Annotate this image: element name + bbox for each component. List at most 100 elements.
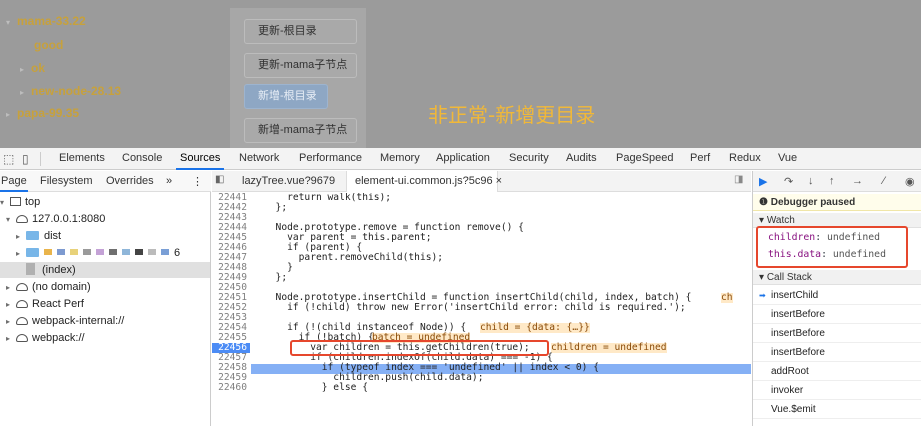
inline-value: ch bbox=[721, 292, 733, 303]
debugger-toolbar: ▶︎ ↷ ↓ ↑ → ⁄ ◉ bbox=[753, 171, 921, 192]
tab-pagespeed[interactable]: PageSpeed bbox=[616, 152, 674, 164]
collapse-caret-icon[interactable]: ▸ bbox=[20, 65, 24, 74]
tree-node-ok[interactable]: ▸ ok bbox=[20, 61, 45, 75]
tab-vue[interactable]: Vue bbox=[778, 152, 797, 164]
code-line: 22452 if (!child) throw new Error('inser… bbox=[212, 303, 751, 313]
editor-tab-element-ui[interactable]: element-ui.common.js?5c96 × bbox=[355, 175, 502, 187]
tab-network[interactable]: Network bbox=[239, 152, 279, 164]
tab-performance[interactable]: Performance bbox=[299, 152, 362, 164]
device-toolbar-icon[interactable]: ▯ bbox=[22, 152, 29, 166]
highlight-box-children-line bbox=[290, 340, 549, 356]
cloud-icon bbox=[16, 334, 28, 342]
collapse-arrow-icon[interactable]: ▸ bbox=[16, 246, 26, 262]
expand-arrow-icon[interactable]: ▾ bbox=[6, 212, 16, 228]
frame-label: invoker bbox=[771, 385, 804, 396]
tab-application[interactable]: Application bbox=[436, 152, 490, 164]
tree-node-new-node[interactable]: ▸ new-node-28.13 bbox=[20, 84, 121, 98]
frame-label: insertBefore bbox=[771, 328, 825, 339]
collapse-arrow-icon[interactable]: ▸ bbox=[6, 297, 16, 313]
blurred-pixel bbox=[44, 249, 52, 255]
expand-arrow-icon[interactable]: ▾ bbox=[0, 195, 10, 211]
tree-item-dist[interactable]: ▸ dist bbox=[16, 228, 61, 244]
tab-redux[interactable]: Redux bbox=[729, 152, 761, 164]
tree-item-label: dist bbox=[44, 230, 62, 242]
callstack-frame[interactable]: insertBefore bbox=[753, 305, 921, 324]
step-over-icon[interactable]: ↷ bbox=[784, 175, 793, 188]
tree-item-no-domain[interactable]: ▸ (no domain) bbox=[6, 279, 91, 295]
add-root-button[interactable]: 新增-根目录 bbox=[244, 84, 328, 109]
tree-node-mama[interactable]: ▾ mama-33.22 bbox=[6, 14, 86, 28]
callstack-frame[interactable]: insertBefore bbox=[753, 343, 921, 362]
tree-node-label: ok bbox=[31, 61, 46, 75]
deactivate-breakpoints-icon[interactable]: ⁄ bbox=[883, 175, 885, 187]
annotation-text: 非正常-新增更目录 bbox=[428, 103, 596, 127]
inspect-element-icon[interactable]: ⬚ bbox=[3, 152, 14, 166]
line-source: if (!child) throw new Error('insertChild… bbox=[264, 302, 686, 313]
collapse-arrow-icon[interactable]: ▸ bbox=[6, 314, 16, 330]
expand-arrow-icon[interactable]: ▾ bbox=[759, 272, 767, 283]
tab-perf[interactable]: Perf bbox=[690, 152, 710, 164]
expand-arrow-icon[interactable]: ▾ bbox=[759, 215, 767, 226]
tab-elements[interactable]: Elements bbox=[59, 152, 105, 164]
callstack-frame[interactable]: insertBefore bbox=[753, 324, 921, 343]
more-tabs-icon[interactable]: » bbox=[166, 175, 172, 187]
tree-node-papa[interactable]: ▸ papa-99.35 bbox=[6, 106, 79, 120]
line-number[interactable]: 22460 bbox=[212, 383, 250, 393]
toggle-navigator-icon[interactable]: ◧ bbox=[215, 174, 224, 185]
cloud-icon bbox=[16, 215, 28, 223]
tree-item-webpack[interactable]: ▸ webpack:// bbox=[6, 330, 85, 346]
collapse-arrow-icon[interactable]: ▸ bbox=[6, 331, 16, 347]
divider bbox=[40, 152, 41, 166]
toggle-debugger-icon[interactable]: ◨ bbox=[734, 174, 743, 185]
blurred-pixel bbox=[148, 249, 156, 255]
callstack-frame[interactable]: Vue.$emit bbox=[753, 400, 921, 419]
tree-item-blurred[interactable]: ▸ 6 bbox=[16, 245, 180, 261]
tab-sources[interactable]: Sources bbox=[180, 152, 220, 164]
info-icon: ❶ bbox=[759, 197, 771, 208]
callstack-frame[interactable]: addRoot bbox=[753, 362, 921, 381]
nav-tab-page[interactable]: Page bbox=[1, 175, 27, 187]
collapse-caret-icon[interactable]: ▸ bbox=[6, 110, 10, 119]
callstack-title: Call Stack bbox=[766, 272, 812, 283]
expand-caret-icon[interactable]: ▾ bbox=[6, 18, 10, 27]
nav-tab-filesystem[interactable]: Filesystem bbox=[40, 175, 93, 187]
collapse-arrow-icon[interactable]: ▸ bbox=[6, 280, 16, 296]
collapse-arrow-icon[interactable]: ▸ bbox=[16, 229, 26, 245]
step-icon[interactable]: → bbox=[852, 175, 863, 187]
tree-item-label: webpack:// bbox=[32, 332, 85, 344]
tab-audits[interactable]: Audits bbox=[566, 152, 597, 164]
editor-tab-lazytree[interactable]: lazyTree.vue?9679 bbox=[242, 175, 335, 187]
add-mama-child-button[interactable]: 新增-mama子节点 bbox=[244, 118, 357, 143]
callstack-frame-active[interactable]: ➡ insertChild bbox=[753, 286, 921, 305]
step-into-icon[interactable]: ↓ bbox=[808, 175, 814, 187]
tree-node-label: papa-99.35 bbox=[17, 106, 80, 120]
tab-security[interactable]: Security bbox=[509, 152, 549, 164]
step-out-icon[interactable]: ↑ bbox=[829, 175, 835, 187]
code-editor: ◧ lazyTree.vue?9679 element-ui.common.js… bbox=[212, 171, 751, 426]
nav-tab-overrides[interactable]: Overrides bbox=[106, 175, 154, 187]
tree-item-react-perf[interactable]: ▸ React Perf bbox=[6, 296, 84, 312]
tab-memory[interactable]: Memory bbox=[380, 152, 420, 164]
resume-icon[interactable]: ▶︎ bbox=[759, 175, 767, 188]
tree-node-good[interactable]: good bbox=[34, 38, 63, 52]
callstack-section-header[interactable]: ▾ Call Stack bbox=[753, 270, 921, 285]
cloud-icon bbox=[16, 317, 28, 325]
update-root-button[interactable]: 更新-根目录 bbox=[244, 19, 357, 44]
debugger-paused-banner: ❶ Debugger paused bbox=[753, 194, 921, 211]
tree-item-top[interactable]: ▾ top bbox=[0, 194, 40, 210]
tree-item-index[interactable]: (index) bbox=[0, 262, 210, 278]
pause-on-exceptions-icon[interactable]: ◉ bbox=[905, 175, 915, 188]
cloud-icon bbox=[16, 283, 28, 291]
callstack-frame[interactable]: invoker bbox=[753, 381, 921, 400]
code-area[interactable]: 22441 return walk(this); 22442 }; 22443 … bbox=[212, 193, 751, 426]
tree-node-label: new-node-28.13 bbox=[31, 84, 122, 98]
tree-item-host[interactable]: ▾ 127.0.0.1:8080 bbox=[6, 211, 105, 227]
frame-label: insertChild bbox=[771, 290, 819, 301]
update-mama-child-button[interactable]: 更新-mama子节点 bbox=[244, 53, 357, 78]
code-line: 22448 } bbox=[212, 263, 751, 273]
tab-console[interactable]: Console bbox=[122, 152, 162, 164]
tree-item-label: React Perf bbox=[32, 298, 84, 310]
collapse-caret-icon[interactable]: ▸ bbox=[20, 88, 24, 97]
tree-item-webpack-internal[interactable]: ▸ webpack-internal:// bbox=[6, 313, 124, 329]
navigator-menu-icon[interactable]: ⋮ bbox=[192, 175, 203, 188]
